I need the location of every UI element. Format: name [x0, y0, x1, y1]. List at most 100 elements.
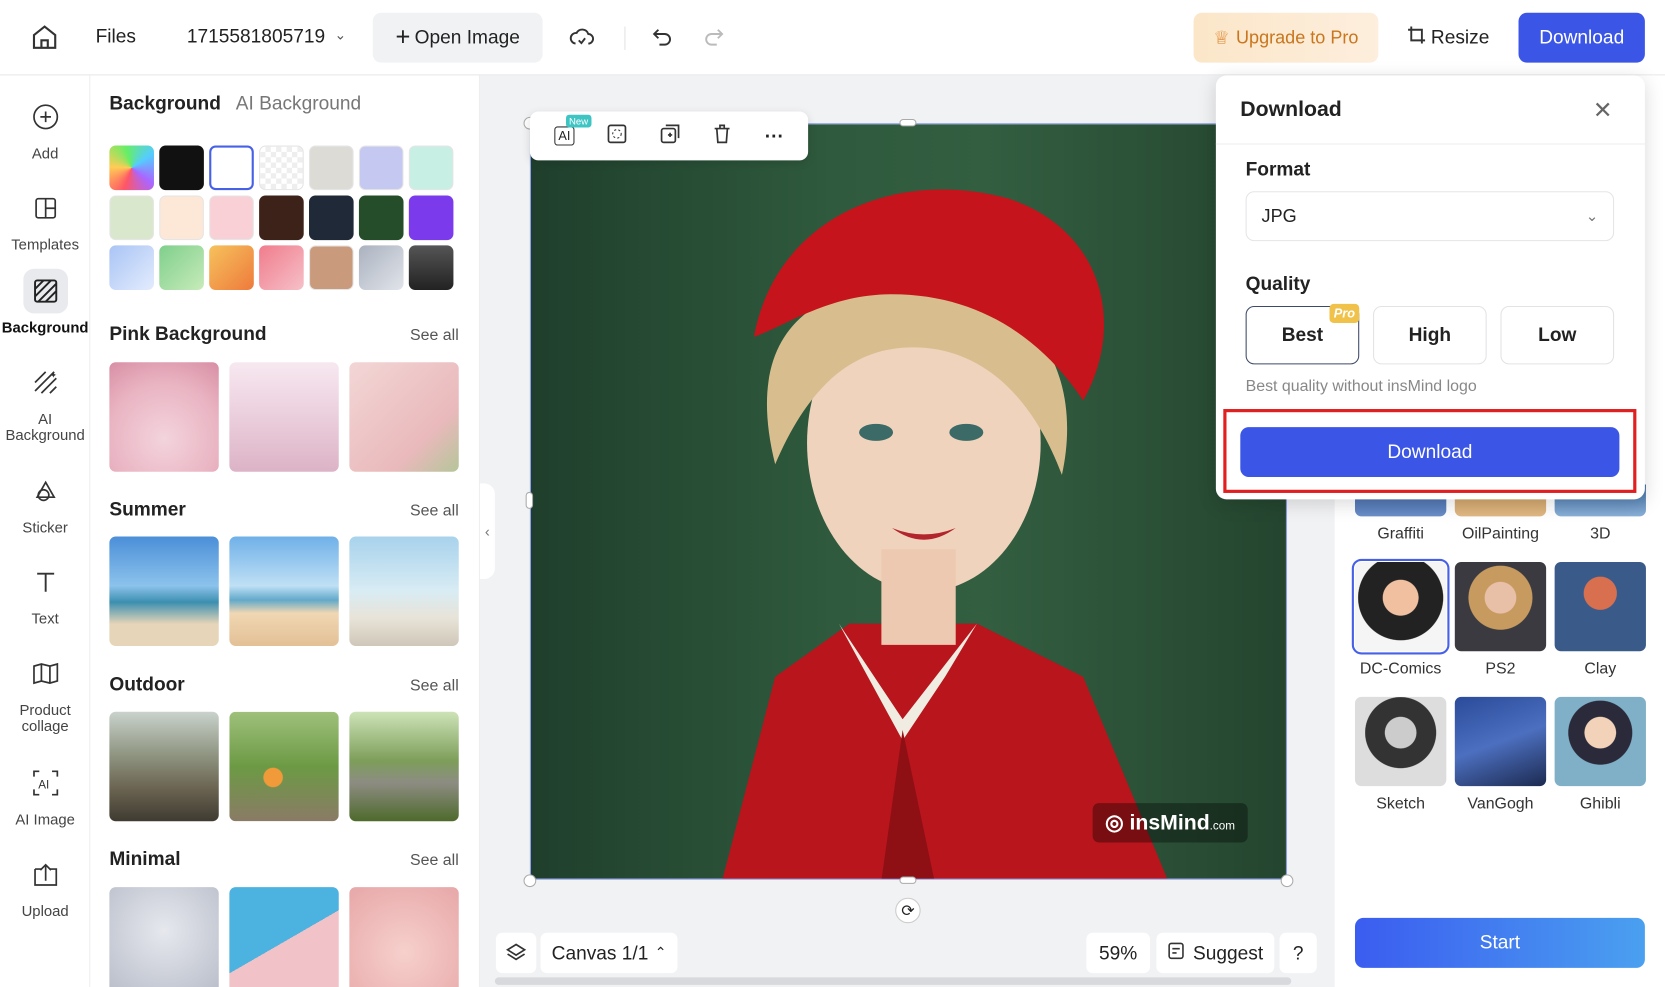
- background-thumbnail[interactable]: [109, 711, 219, 822]
- color-swatch[interactable]: [309, 245, 354, 291]
- redo-icon[interactable]: [702, 25, 725, 54]
- background-thumbnail[interactable]: [229, 711, 339, 822]
- cloud-sync-icon[interactable]: [569, 25, 594, 54]
- background-thumbnail[interactable]: [349, 887, 459, 987]
- style-option[interactable]: PS2: [1454, 562, 1547, 678]
- resize-handle[interactable]: [1280, 874, 1294, 888]
- background-thumbnail[interactable]: [349, 362, 459, 472]
- background-thumbnail[interactable]: [229, 536, 339, 646]
- see-all-link[interactable]: See all: [410, 851, 459, 869]
- ai-tool-icon[interactable]: AI New: [554, 114, 592, 146]
- color-swatch[interactable]: [209, 245, 254, 291]
- nav-text[interactable]: Text: [0, 560, 90, 627]
- duplicate-icon[interactable]: [659, 123, 680, 150]
- resize-handle[interactable]: [899, 118, 917, 127]
- resize-handle[interactable]: [523, 874, 537, 888]
- background-thumbnail[interactable]: [109, 362, 219, 472]
- background-thumbnail[interactable]: [349, 711, 459, 822]
- color-swatch[interactable]: [109, 245, 154, 291]
- filename-dropdown[interactable]: 1715581805719: [187, 25, 325, 47]
- style-option[interactable]: Ghibli: [1554, 696, 1646, 813]
- download-button[interactable]: Download: [1240, 427, 1620, 478]
- quality-best[interactable]: Best Pro: [1245, 303, 1360, 365]
- background-thumbnail[interactable]: [349, 536, 459, 646]
- crown-icon: ♕: [1213, 27, 1230, 48]
- resize-handle[interactable]: [899, 876, 917, 884]
- close-icon[interactable]: ✕: [1593, 97, 1613, 125]
- layers-icon[interactable]: [495, 932, 537, 974]
- color-swatch[interactable]: [159, 245, 204, 291]
- color-swatch[interactable]: [259, 145, 304, 191]
- color-swatch[interactable]: [209, 145, 254, 191]
- open-image-button[interactable]: + Open Image: [372, 12, 543, 63]
- color-swatch[interactable]: [309, 145, 354, 191]
- chevron-down-icon[interactable]: ⌄: [334, 27, 346, 44]
- color-swatch[interactable]: [209, 195, 254, 241]
- style-label: Sketch: [1376, 794, 1425, 813]
- zoom-level[interactable]: 59%: [1086, 932, 1151, 974]
- color-swatch[interactable]: [259, 245, 304, 291]
- color-swatch[interactable]: [408, 145, 454, 191]
- nav-add[interactable]: Add: [0, 95, 90, 162]
- nav-upload[interactable]: Upload: [0, 852, 90, 919]
- color-swatch[interactable]: [159, 145, 204, 191]
- tab-ai-background[interactable]: AI Background: [236, 92, 361, 114]
- ai-image-icon: AI: [23, 761, 68, 806]
- select-area-icon[interactable]: [606, 123, 627, 150]
- upgrade-to-pro-button[interactable]: ♕ Upgrade to Pro: [1193, 12, 1379, 63]
- style-option[interactable]: Sketch: [1354, 696, 1447, 813]
- horizontal-scrollbar[interactable]: [494, 977, 1292, 985]
- canvas-image[interactable]: ◎ insMind.com: [529, 123, 1288, 880]
- collapse-panel-button[interactable]: ‹: [479, 483, 495, 580]
- help-button[interactable]: ?: [1279, 932, 1317, 974]
- color-swatch[interactable]: [259, 195, 304, 241]
- download-popup: Download ✕ Format JPG ⌄ Quality Best Pro H…: [1215, 75, 1645, 500]
- nav-ai-image[interactable]: AI AI Image: [0, 761, 90, 828]
- background-thumbnail[interactable]: [229, 362, 339, 472]
- more-icon[interactable]: ···: [765, 125, 784, 147]
- tab-background[interactable]: Background: [109, 92, 221, 114]
- resize-button[interactable]: Resize: [1400, 13, 1498, 63]
- upgrade-label: Upgrade to Pro: [1236, 27, 1359, 48]
- nav-ai-background[interactable]: ✦ AI Background: [0, 360, 90, 443]
- background-thumbnail[interactable]: [109, 887, 219, 987]
- style-label: 3D: [1590, 524, 1611, 543]
- color-swatch[interactable]: [408, 245, 454, 291]
- see-all-link[interactable]: See all: [410, 326, 459, 344]
- color-swatch[interactable]: [109, 145, 154, 191]
- canvas-pages-button[interactable]: Canvas 1/1 ⌃: [540, 932, 678, 974]
- style-option[interactable]: VanGogh: [1454, 696, 1547, 813]
- resize-handle[interactable]: [525, 491, 534, 509]
- home-icon[interactable]: [31, 23, 59, 56]
- files-link[interactable]: Files: [96, 25, 136, 47]
- color-swatch[interactable]: [358, 145, 404, 191]
- color-swatch[interactable]: [358, 195, 404, 241]
- color-swatch[interactable]: [309, 195, 354, 241]
- quality-high[interactable]: High: [1373, 305, 1487, 365]
- nav-product-collage[interactable]: Product collage: [0, 651, 90, 734]
- format-select[interactable]: JPG ⌄: [1245, 191, 1615, 242]
- color-swatch[interactable]: [408, 195, 454, 241]
- rotate-icon[interactable]: ⟳: [895, 897, 921, 924]
- undo-icon[interactable]: [651, 25, 674, 54]
- suggest-label: Suggest: [1193, 941, 1264, 964]
- quality-option-label: Best: [1281, 324, 1324, 346]
- download-top-button[interactable]: Download: [1518, 12, 1645, 63]
- see-all-link[interactable]: See all: [410, 677, 459, 695]
- delete-icon[interactable]: [712, 123, 733, 150]
- watermark-suffix: .com: [1209, 820, 1235, 833]
- nav-templates[interactable]: Templates: [0, 186, 90, 253]
- background-thumbnail[interactable]: [229, 887, 339, 987]
- start-button[interactable]: Start: [1354, 917, 1645, 968]
- style-option[interactable]: DC-Comics: [1351, 558, 1450, 678]
- color-swatch[interactable]: [159, 195, 204, 241]
- quality-low[interactable]: Low: [1500, 305, 1615, 365]
- background-thumbnail[interactable]: [109, 536, 219, 646]
- see-all-link[interactable]: See all: [410, 501, 459, 519]
- nav-sticker[interactable]: Sticker: [0, 469, 90, 536]
- color-swatch[interactable]: [358, 245, 404, 291]
- suggest-button[interactable]: Suggest: [1156, 932, 1275, 974]
- style-option[interactable]: Clay: [1554, 562, 1646, 678]
- color-swatch[interactable]: [109, 195, 154, 241]
- nav-background[interactable]: Background: [0, 268, 90, 336]
